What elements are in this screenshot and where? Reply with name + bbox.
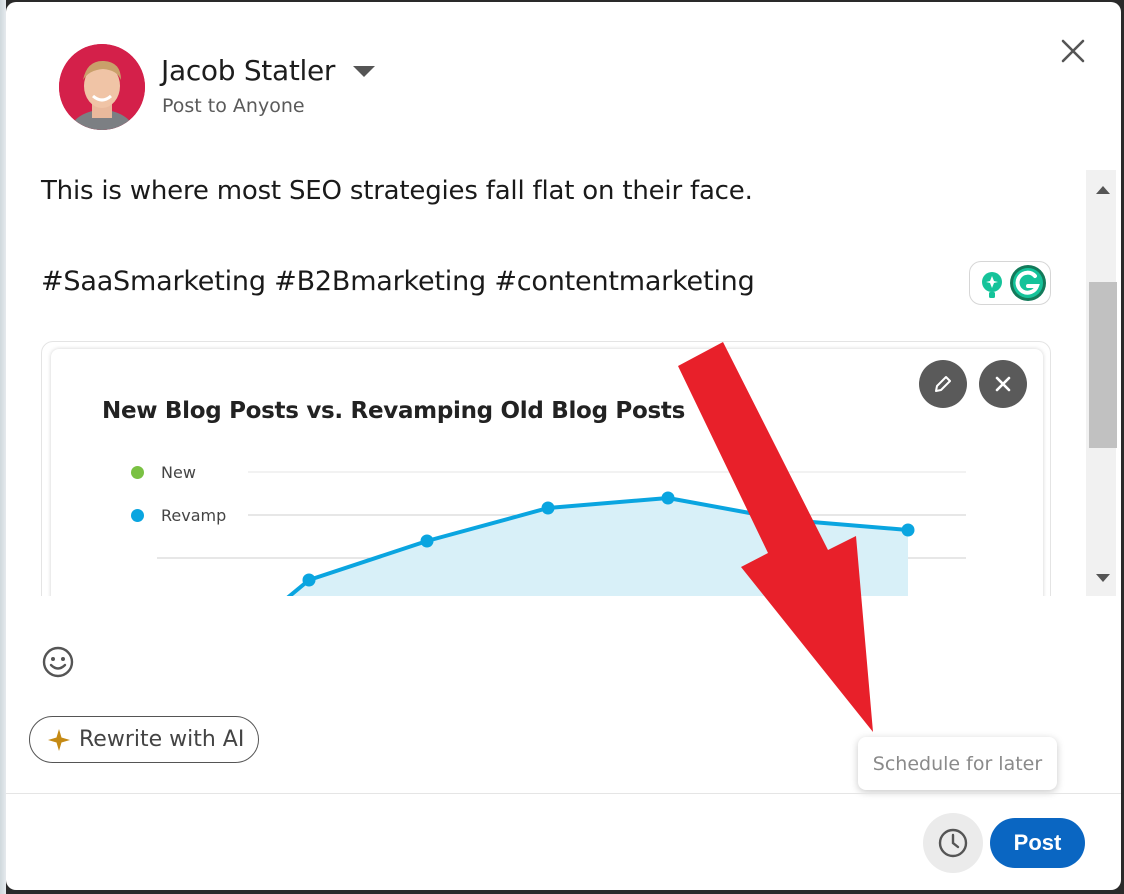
data-point (901, 523, 915, 537)
legend-label: Revamp (161, 506, 227, 525)
post-editor[interactable]: This is where most SEO strategies fall f… (6, 170, 1086, 596)
avatar[interactable] (59, 44, 145, 130)
legend-label: New (161, 463, 196, 482)
chart-title: New Blog Posts vs. Revamping Old Blog Po… (102, 398, 685, 424)
chart-plot (157, 471, 966, 596)
legend-swatch (131, 466, 144, 479)
data-point (420, 534, 434, 548)
schedule-tooltip: Schedule for later (858, 737, 1057, 790)
create-post-modal: Jacob Statler Post to Anyone This is whe… (6, 2, 1121, 890)
footer-divider (6, 793, 1121, 794)
close-button[interactable] (1056, 34, 1090, 68)
chevron-down-icon[interactable] (353, 66, 375, 77)
remove-icon (995, 376, 1011, 392)
scroll-down-arrow[interactable] (1096, 574, 1110, 582)
rewrite-label: Rewrite with AI (79, 727, 245, 752)
author-name[interactable]: Jacob Statler (161, 54, 335, 87)
media-attachment: New Blog Posts vs. Revamping Old Blog Po… (41, 341, 1051, 596)
remove-media-button[interactable] (979, 360, 1027, 408)
post-hashtags: #SaaSmarketing #B2Bmarketing #contentmar… (41, 266, 755, 297)
emoji-icon (42, 646, 74, 678)
grammarly-widget[interactable] (969, 261, 1051, 305)
revamp-area (289, 498, 908, 596)
editor-scrollbar[interactable] (1086, 170, 1117, 596)
legend-item-revamp: Revamp (131, 506, 226, 525)
grammarly-icon (982, 265, 1046, 301)
rewrite-with-ai-button[interactable]: Rewrite with AI (29, 716, 259, 763)
data-point (661, 491, 675, 505)
chart-image: New Blog Posts vs. Revamping Old Blog Po… (51, 349, 1043, 596)
data-point (302, 573, 316, 587)
post-text-line: This is where most SEO strategies fall f… (41, 176, 753, 206)
close-icon (1061, 39, 1085, 63)
post-visibility[interactable]: Post to Anyone (162, 95, 305, 117)
legend-item-new: New (131, 463, 196, 482)
legend-swatch (131, 509, 144, 522)
data-point (781, 513, 795, 527)
pencil-icon (935, 376, 951, 392)
clock-icon (938, 828, 968, 858)
post-button[interactable]: Post (990, 818, 1085, 868)
scroll-up-arrow[interactable] (1096, 186, 1110, 194)
schedule-button[interactable] (923, 813, 983, 873)
emoji-button[interactable] (41, 645, 75, 679)
edit-media-button[interactable] (919, 360, 967, 408)
data-point (541, 501, 555, 515)
scroll-thumb[interactable] (1089, 282, 1117, 448)
sparkle-icon (48, 728, 70, 751)
